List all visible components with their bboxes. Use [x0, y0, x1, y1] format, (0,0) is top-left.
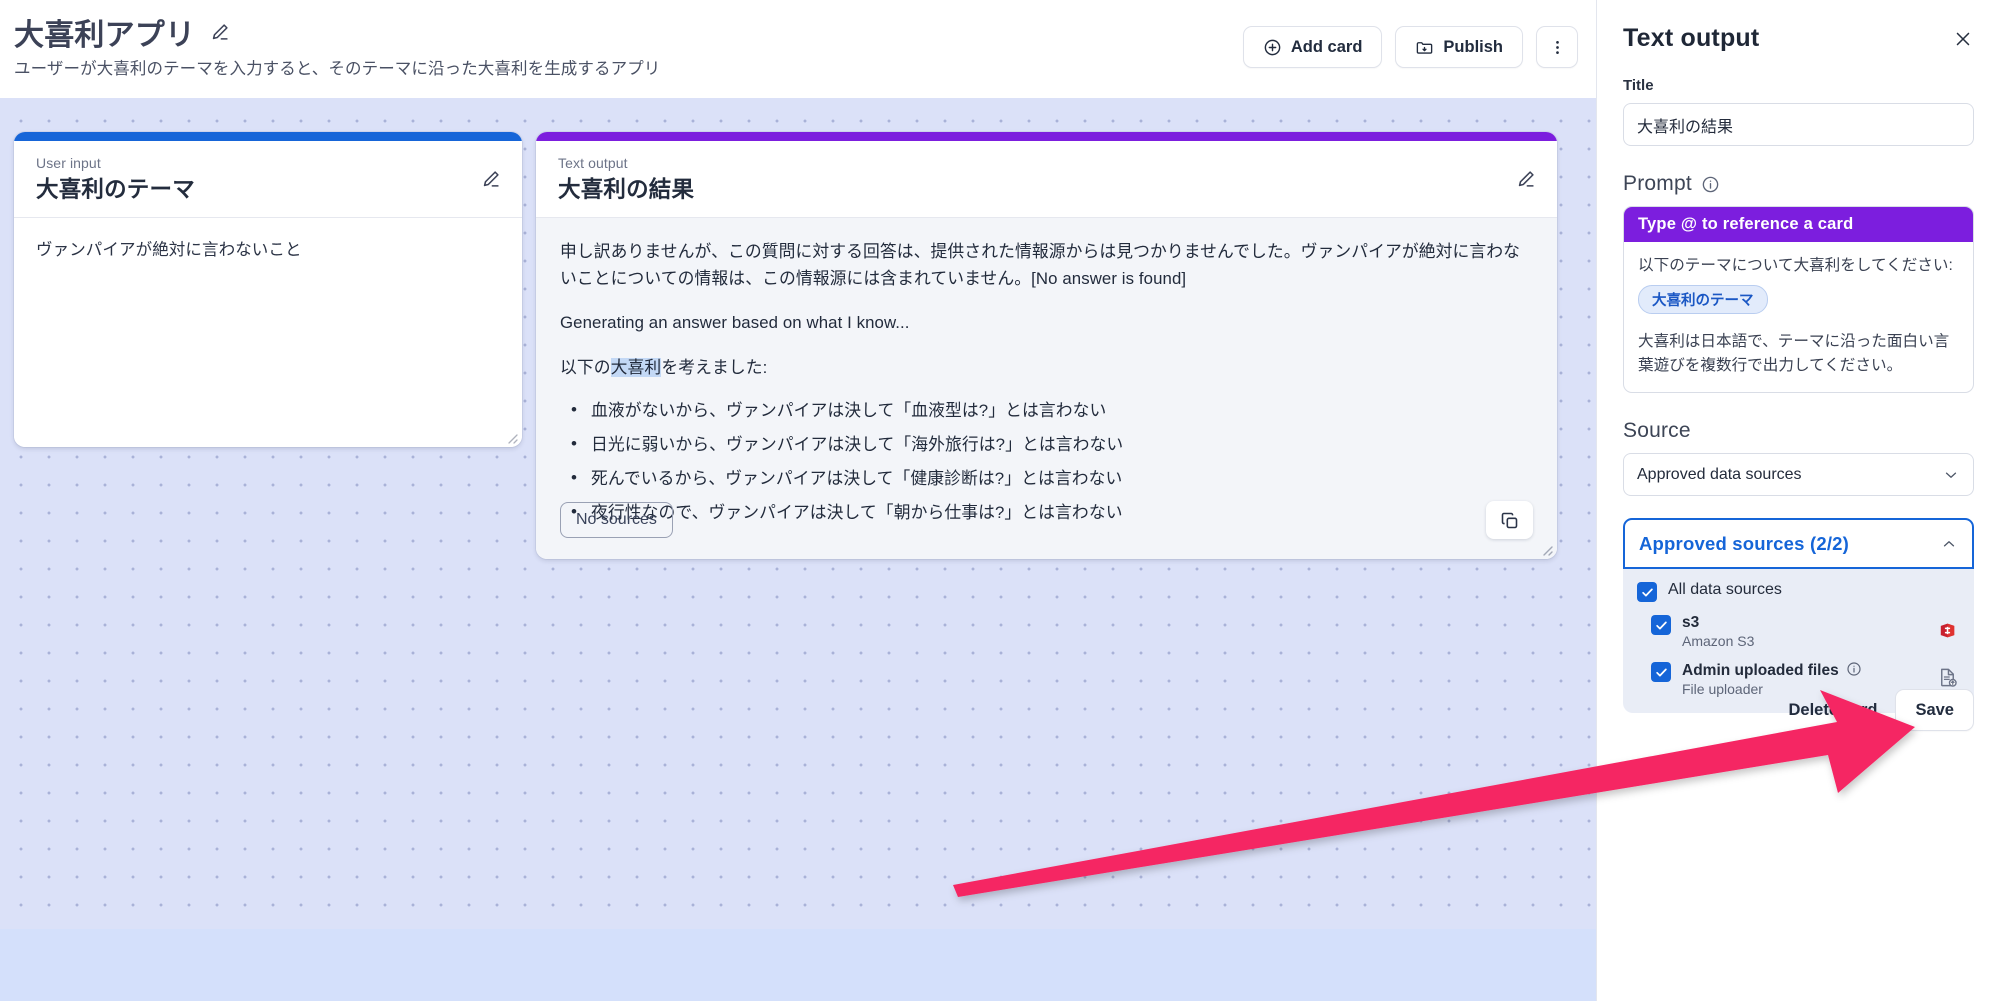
header-actions: Add card Publish — [1242, 26, 1578, 68]
panel-title: Text output — [1623, 24, 1760, 52]
pencil-icon[interactable] — [1513, 166, 1539, 192]
info-circle-icon[interactable] — [1701, 175, 1720, 194]
card-reference-chip[interactable]: 大喜利のテーマ — [1638, 285, 1768, 315]
card-header: Text output 大喜利の結果 — [536, 141, 1557, 218]
user-input-value: ヴァンパイアが絶対に言わないこと — [36, 241, 302, 259]
title-field-label: Title — [1623, 77, 1654, 94]
source-label: Source — [1623, 419, 1691, 443]
close-icon[interactable] — [1950, 26, 1976, 52]
app-root: 大喜利アプリ ユーザーが大喜利のテーマを入力すると、そのテーマに沿った大喜利を生… — [0, 0, 2000, 1001]
page-subtitle: ユーザーが大喜利のテーマを入力すると、そのテーマに沿った大喜利を生成するアプリ — [14, 60, 661, 78]
checkbox-source-admin-uploaded-files[interactable] — [1651, 662, 1671, 683]
approved-sources-toggle[interactable]: Approved sources (2/2) — [1623, 518, 1974, 570]
output-paragraph: Generating an answer based on what I kno… — [560, 313, 910, 333]
page-title: 大喜利アプリ — [14, 19, 196, 52]
approved-sources-section: Approved sources (2/2) All data sources — [1623, 518, 1974, 714]
more-menu-button[interactable] — [1536, 26, 1578, 68]
resize-handle-icon[interactable] — [502, 428, 518, 444]
amazon-s3-icon — [1934, 617, 1960, 643]
card-kicker: User input — [36, 155, 101, 171]
card-user-input[interactable]: User input 大喜利のテーマ ヴァンパイアが絶対に言わないこと — [14, 132, 522, 447]
app-header: 大喜利アプリ ユーザーが大喜利のテーマを入力すると、そのテーマに沿った大喜利を生… — [0, 0, 1596, 98]
title-row: 大喜利アプリ — [14, 10, 231, 54]
list-item[interactable]: All data sources — [1637, 581, 1960, 603]
list-item[interactable]: s3 Amazon S3 — [1637, 614, 1960, 649]
copy-button[interactable] — [1486, 501, 1533, 539]
source-name: All data sources — [1668, 581, 1782, 599]
prompt-content[interactable]: 以下のテーマについて大喜利をしてください: 大喜利のテーマ 大喜利は日本語で、テ… — [1624, 242, 1973, 392]
source-name: s3 — [1682, 614, 1700, 632]
output-paragraph: 申し訳ありませんが、この質問に対する回答は、提供された情報源からは見つかりません… — [560, 242, 1521, 289]
plus-circle-icon — [1263, 38, 1282, 57]
source-texts: All data sources — [1668, 581, 1960, 599]
file-upload-icon — [1934, 664, 1960, 690]
card-title: 大喜利のテーマ — [36, 177, 195, 202]
list-item: 血液がないから、ヴァンパイアは決して「血液型は?」とは言わない — [564, 397, 1533, 423]
approved-sources-title: Approved sources (2/2) — [1639, 532, 1850, 554]
output-intro-line: 以下の大喜利を考えました: — [560, 354, 1533, 381]
highlighted-text: 大喜利 — [610, 357, 662, 377]
title-input[interactable] — [1623, 103, 1974, 146]
card-text-output[interactable]: Text output 大喜利の結果 申し訳ありませんが、この質問に対する回答は… — [536, 132, 1557, 559]
source-texts: s3 Amazon S3 — [1682, 614, 1923, 649]
card-kicker: Text output — [558, 155, 628, 171]
prompt-hint-bar: Type @ to reference a card — [1624, 207, 1973, 242]
card-header: User input 大喜利のテーマ — [14, 141, 522, 218]
source-subtitle: Amazon S3 — [1682, 633, 1755, 650]
resize-handle-icon[interactable] — [1537, 540, 1553, 556]
publish-button[interactable]: Publish — [1395, 26, 1523, 68]
checkbox-all-data-sources[interactable] — [1637, 582, 1657, 603]
card-accent-bar — [14, 132, 522, 141]
source-select[interactable]: Approved data sources — [1623, 453, 1974, 497]
no-sources-button[interactable]: No sources — [560, 502, 673, 538]
canvas-bottom-band — [0, 929, 1596, 1001]
card-accent-bar — [536, 132, 1557, 141]
pencil-icon[interactable] — [478, 166, 504, 192]
prompt-line-1: 以下のテーマについて大喜利をしてください: — [1638, 257, 1953, 274]
delete-card-button[interactable]: Delete card — [1784, 693, 1881, 728]
panel-footer: Delete card Save — [1784, 689, 1974, 731]
source-name-row: Admin uploaded files — [1682, 661, 1923, 680]
prompt-label-row: Prompt — [1623, 172, 1974, 196]
checkbox-source-s3[interactable] — [1651, 615, 1671, 636]
source-select-value: Approved data sources — [1637, 465, 1802, 483]
intro-before: 以下の — [560, 357, 611, 377]
card-body: 申し訳ありませんが、この質問に対する回答は、提供された情報源からは見つかりません… — [536, 218, 1557, 559]
main-area: 大喜利アプリ ユーザーが大喜利のテーマを入力すると、そのテーマに沿った大喜利を生… — [0, 0, 1596, 1001]
pencil-icon[interactable] — [209, 21, 231, 43]
list-item: 死んでいるから、ヴァンパイアは決して「健康診断は?」とは言わない — [564, 465, 1533, 491]
panel-header: Text output — [1597, 0, 2000, 59]
card-footer: No sources — [536, 501, 1557, 559]
card-title: 大喜利の結果 — [558, 177, 695, 202]
info-circle-icon[interactable] — [1846, 661, 1865, 680]
add-card-button[interactable]: Add card — [1242, 26, 1383, 68]
publish-folder-icon — [1415, 38, 1434, 57]
chevron-down-icon — [1942, 466, 1960, 484]
chevron-up-icon — [1940, 535, 1958, 553]
list-item: 日光に弱いから、ヴァンパイアは決して「海外旅行は?」とは言わない — [564, 431, 1533, 457]
three-dots-vertical-icon — [1548, 38, 1567, 57]
add-card-label: Add card — [1290, 37, 1363, 56]
card-body[interactable]: ヴァンパイアが絶対に言わないこと — [14, 218, 522, 447]
prompt-label: Prompt — [1623, 172, 1692, 195]
prompt-editor[interactable]: Type @ to reference a card 以下のテーマについて大喜利… — [1623, 206, 1974, 394]
source-name: Admin uploaded files — [1682, 661, 1839, 679]
intro-after: を考えました: — [661, 357, 768, 377]
text-output-settings-panel: Text output Title Prompt Type @ to refer… — [1596, 0, 2000, 1001]
publish-label: Publish — [1443, 37, 1503, 56]
copy-icon — [1499, 510, 1520, 531]
panel-body: Title Prompt Type @ to reference a card … — [1597, 59, 2000, 714]
save-button[interactable]: Save — [1895, 689, 1974, 731]
prompt-line-2: 大喜利は日本語で、テーマに沿った面白い言葉遊びを複数行で出力してください。 — [1638, 333, 1950, 374]
